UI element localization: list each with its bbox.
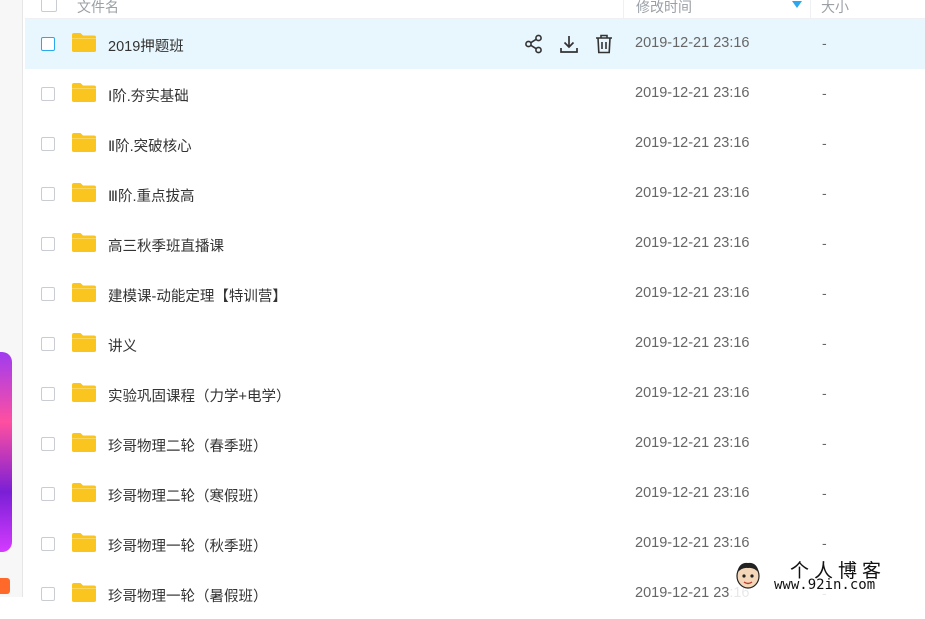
file-name[interactable]: 珍哥物理一轮（秋季班）: [108, 535, 268, 556]
trash-icon[interactable]: [593, 33, 615, 55]
file-size: -: [822, 85, 827, 101]
file-row[interactable]: 建模课-动能定理【特训营】 2019-12-21 23:16 -: [25, 269, 925, 319]
sort-desc-icon[interactable]: [792, 1, 802, 8]
file-size: -: [822, 535, 827, 551]
name-column-header[interactable]: 文件名: [77, 0, 119, 17]
modified-time: 2019-12-21 23:16: [635, 335, 750, 351]
file-name[interactable]: 珍哥物理二轮（寒假班）: [108, 485, 268, 506]
file-name[interactable]: 讲义: [108, 335, 137, 356]
select-all-checkbox[interactable]: [41, 0, 57, 12]
row-checkbox[interactable]: [41, 137, 55, 151]
file-row[interactable]: 高三秋季班直播课 2019-12-21 23:16 -: [25, 219, 925, 269]
modified-time: 2019-12-21 23:16: [635, 185, 750, 201]
folder-icon: [72, 533, 96, 552]
row-checkbox[interactable]: [41, 187, 55, 201]
row-checkbox[interactable]: [41, 87, 55, 101]
modified-time: 2019-12-21 23:16: [635, 385, 750, 401]
modified-time: 2019-12-21 23:16: [635, 285, 750, 301]
file-row[interactable]: 讲义 2019-12-21 23:16 -: [25, 319, 925, 369]
file-name[interactable]: 建模课-动能定理【特训营】: [108, 285, 287, 306]
row-checkbox[interactable]: [41, 537, 55, 551]
file-name[interactable]: 珍哥物理二轮（春季班）: [108, 435, 268, 456]
file-size: -: [822, 285, 827, 301]
download-icon[interactable]: [558, 33, 580, 55]
row-checkbox[interactable]: [41, 237, 55, 251]
file-name[interactable]: 实验巩固课程（力学+电学）: [108, 385, 290, 406]
file-size: -: [822, 335, 827, 351]
file-list-header: 文件名 修改时间 大小: [25, 0, 925, 19]
file-name[interactable]: Ⅰ阶.夯实基础: [108, 85, 189, 106]
file-size: -: [822, 135, 827, 151]
file-name[interactable]: Ⅱ阶.突破核心: [108, 135, 192, 156]
modified-time: 2019-12-21 23:16: [635, 85, 750, 101]
row-checkbox[interactable]: [41, 437, 55, 451]
file-row[interactable]: Ⅰ阶.夯实基础 2019-12-21 23:16 -: [25, 69, 925, 119]
row-checkbox[interactable]: [41, 387, 55, 401]
file-row[interactable]: Ⅲ阶.重点拔高 2019-12-21 23:16 -: [25, 169, 925, 219]
file-size: -: [822, 385, 827, 401]
folder-icon: [72, 333, 96, 352]
file-size: -: [822, 485, 827, 501]
folder-icon: [72, 483, 96, 502]
folder-icon: [72, 233, 96, 252]
size-column-header[interactable]: 大小: [821, 0, 849, 17]
file-size: -: [822, 35, 827, 51]
file-row[interactable]: 珍哥物理二轮（春季班） 2019-12-21 23:16 -: [25, 419, 925, 469]
modified-column-header[interactable]: 修改时间: [623, 0, 811, 18]
promo-badge-edge: [0, 578, 10, 594]
modified-time: 2019-12-21 23:16: [635, 235, 750, 251]
row-checkbox[interactable]: [41, 587, 55, 601]
folder-icon: [72, 383, 96, 402]
watermark-url: www.92in.com: [774, 577, 876, 593]
modified-time: 2019-12-21 23:16: [635, 485, 750, 501]
modified-time: 2019-12-21 23:16: [635, 35, 750, 51]
folder-icon: [72, 183, 96, 202]
folder-icon: [72, 583, 96, 602]
promo-banner-edge[interactable]: [0, 352, 12, 552]
share-icon[interactable]: [523, 33, 545, 55]
file-size: -: [822, 235, 827, 251]
folder-icon: [72, 433, 96, 452]
file-name[interactable]: Ⅲ阶.重点拔高: [108, 185, 195, 206]
file-name[interactable]: 2019押题班: [108, 35, 184, 56]
folder-icon: [72, 33, 96, 52]
file-size: -: [822, 435, 827, 451]
file-row[interactable]: 实验巩固课程（力学+电学） 2019-12-21 23:16 -: [25, 369, 925, 419]
file-size: -: [822, 185, 827, 201]
modified-time: 2019-12-21 23:16: [635, 135, 750, 151]
row-checkbox[interactable]: [41, 287, 55, 301]
row-checkbox[interactable]: [41, 337, 55, 351]
modified-time: 2019-12-21 23:16: [635, 435, 750, 451]
file-row[interactable]: 珍哥物理二轮（寒假班） 2019-12-21 23:16 -: [25, 469, 925, 519]
cartoon-avatar-icon: [736, 562, 760, 589]
watermark: 个人博客 www.92in.com: [730, 555, 925, 597]
file-row[interactable]: 2019押题班 2019-12-21 23:16 -: [25, 19, 925, 69]
folder-icon: [72, 133, 96, 152]
modified-column-label: 修改时间: [636, 0, 692, 15]
folder-icon: [72, 83, 96, 102]
row-checkbox[interactable]: [41, 487, 55, 501]
file-name[interactable]: 珍哥物理一轮（暑假班）: [108, 585, 268, 606]
folder-icon: [72, 283, 96, 302]
file-name[interactable]: 高三秋季班直播课: [108, 235, 224, 256]
file-row[interactable]: Ⅱ阶.突破核心 2019-12-21 23:16 -: [25, 119, 925, 169]
file-list: 文件名 修改时间 大小 2019押题班 2019-12-21 23:16 - Ⅰ…: [25, 0, 925, 605]
row-checkbox[interactable]: [41, 37, 55, 51]
modified-time: 2019-12-21 23:16: [635, 535, 750, 551]
